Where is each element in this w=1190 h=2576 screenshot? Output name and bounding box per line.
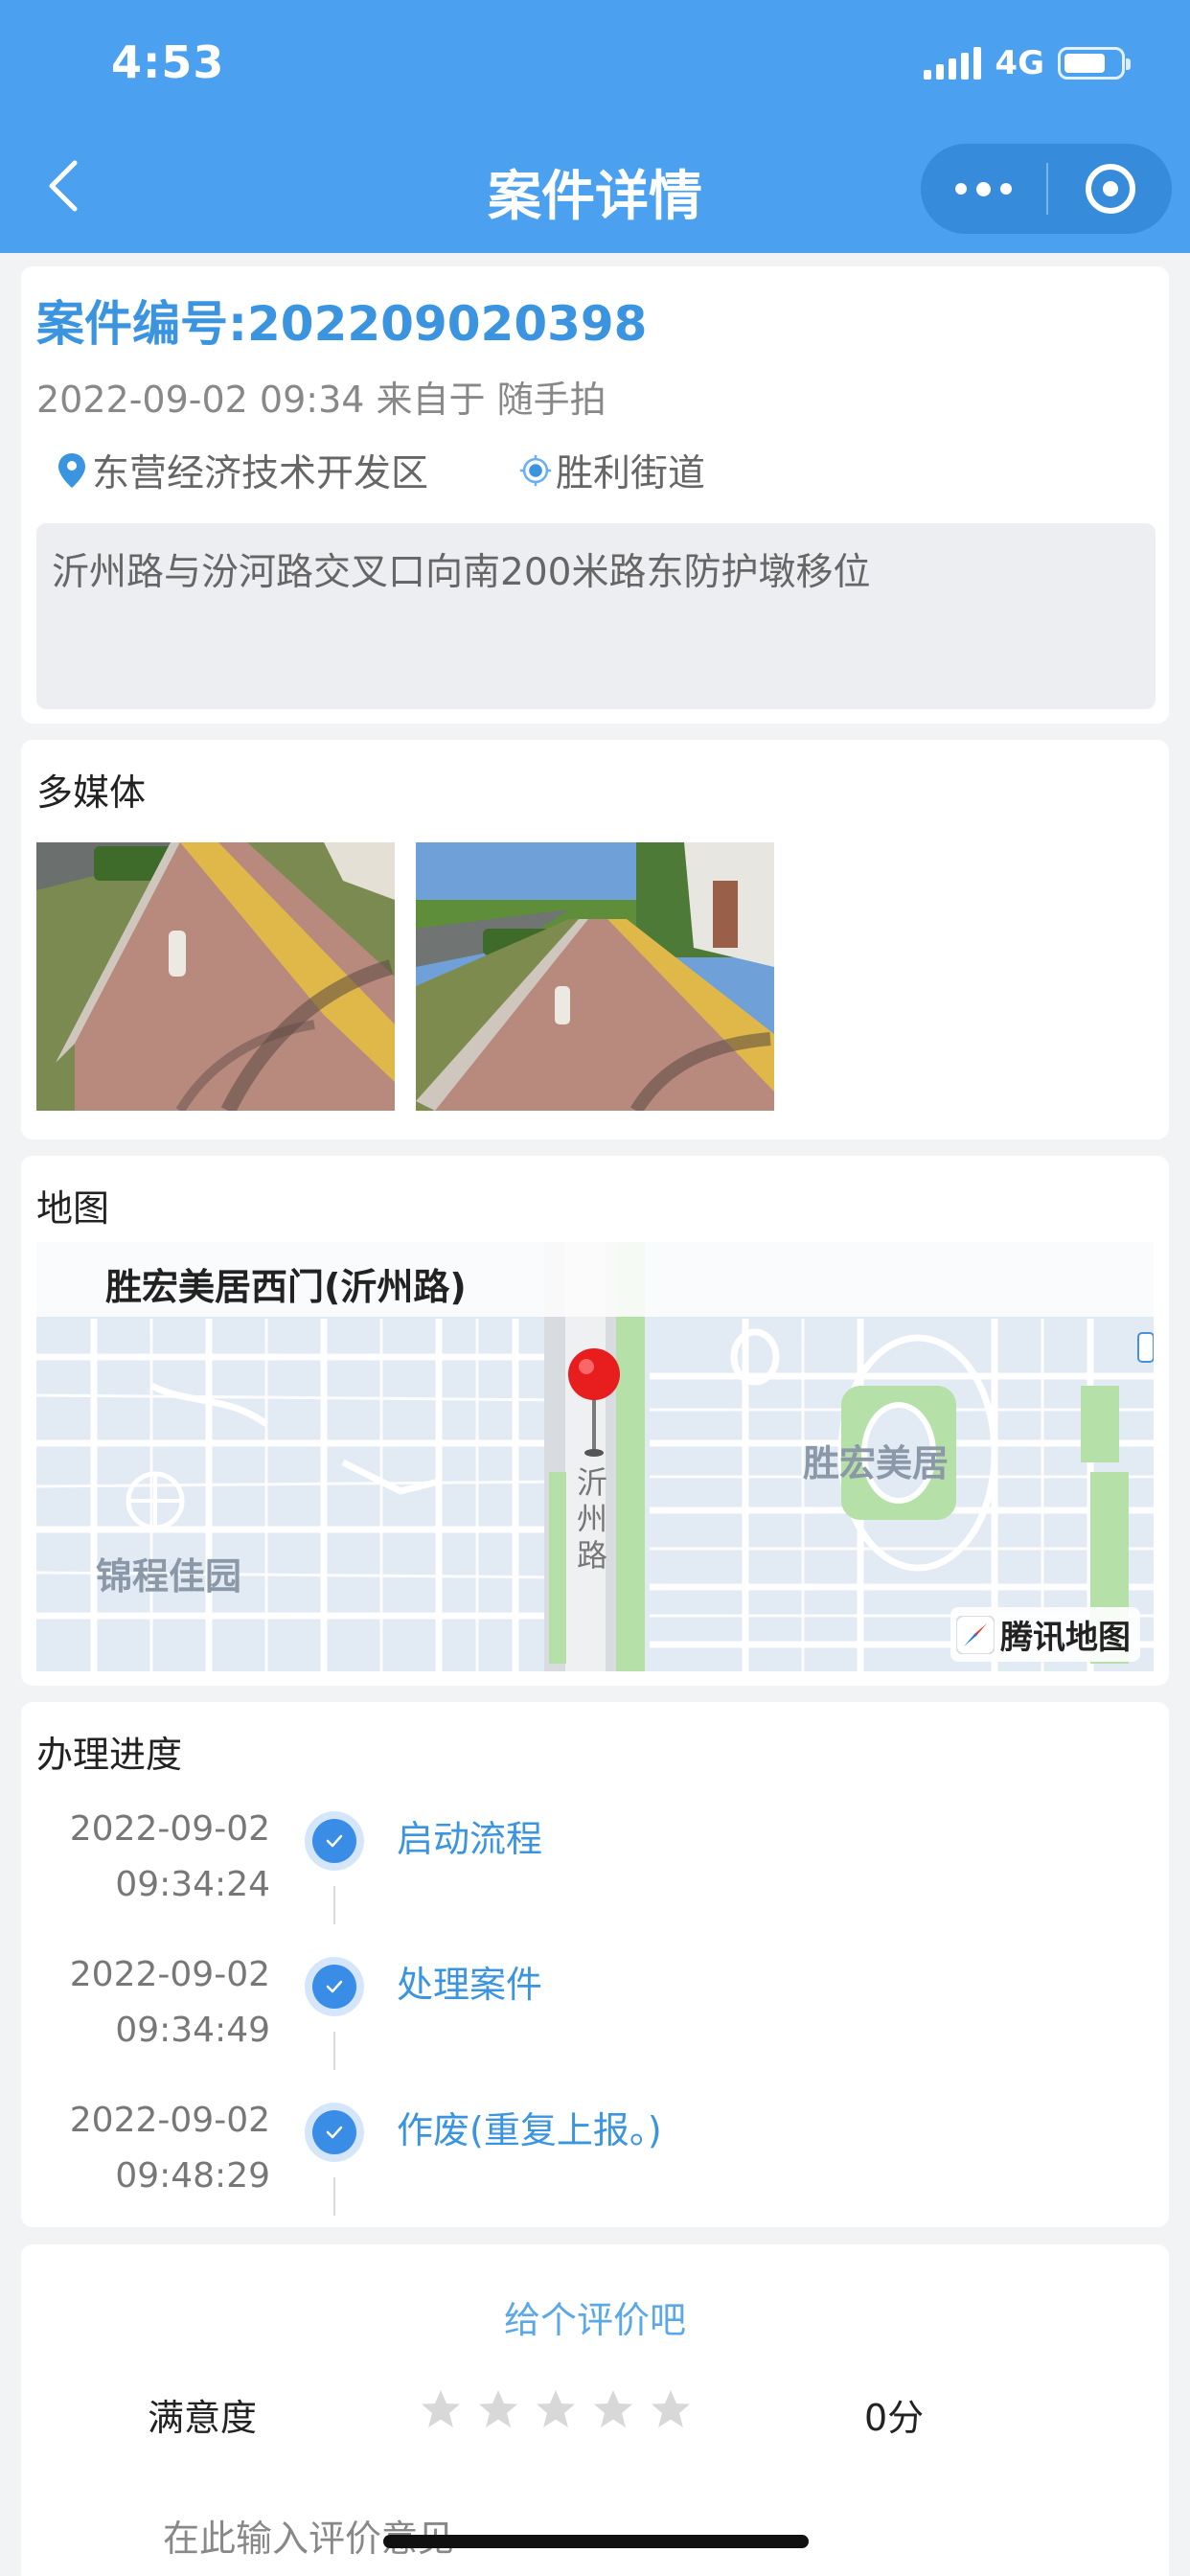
case-meta: 2022-09-02 09:34 来自于 随手拍 bbox=[36, 379, 606, 421]
step-label: 处理案件 bbox=[397, 1964, 543, 2006]
step-time: 09:48:29 bbox=[115, 2156, 270, 2196]
step-label: 启动流程 bbox=[397, 1818, 543, 1860]
rating-card: 给个评价吧 满意度 0分 在此输入评价意见 bbox=[21, 2244, 1169, 2576]
network-type: 4G bbox=[995, 44, 1044, 82]
step-date: 2022-09-02 bbox=[69, 1955, 270, 1994]
compass-icon bbox=[956, 1615, 995, 1654]
status-indicators: 4G bbox=[924, 44, 1131, 82]
rating-score: 0分 bbox=[864, 2397, 925, 2439]
step-date: 2022-09-02 bbox=[69, 2101, 270, 2140]
progress-section-title: 办理进度 bbox=[36, 1734, 183, 1776]
step-label: 作废(重复上报。) bbox=[397, 2109, 662, 2151]
map-view[interactable]: 胜宏美居西门(沂州路) 胜宏美居 锦程佳园 沂州路 腾讯地图 bbox=[36, 1242, 1154, 1671]
timeline-step: 2022-09-02 09:34:24 启动流程 bbox=[21, 1802, 1169, 1945]
progress-card: 办理进度 2022-09-02 09:34:24 启动流程 2022-09-02… bbox=[21, 1702, 1169, 2227]
timeline-step: 2022-09-02 09:48:29 作废(重复上报。) bbox=[21, 2093, 1169, 2237]
street-label: 胜利街道 bbox=[556, 452, 706, 495]
case-description: 沂州路与汾河路交叉口向南200米路东防护墩移位 bbox=[36, 523, 1156, 709]
status-time: 4:53 bbox=[111, 36, 225, 88]
location-pin-icon bbox=[58, 453, 85, 488]
map-provider-name: 腾讯地图 bbox=[1000, 1619, 1131, 1657]
map-label-community-a: 胜宏美居 bbox=[803, 1442, 950, 1484]
more-button[interactable] bbox=[921, 144, 1046, 234]
star-icon[interactable] bbox=[533, 2386, 579, 2432]
map-label-road: 沂州路 bbox=[576, 1464, 607, 1574]
timeline-connector bbox=[333, 1886, 335, 1924]
satisfaction-label: 满意度 bbox=[148, 2397, 258, 2439]
star-icon[interactable] bbox=[590, 2386, 636, 2432]
cellular-signal-icon bbox=[924, 47, 982, 80]
check-circle-icon bbox=[305, 2103, 364, 2162]
step-date: 2022-09-02 bbox=[69, 1809, 270, 1849]
step-time: 09:34:24 bbox=[115, 1865, 270, 1904]
check-circle-icon bbox=[305, 1957, 364, 2016]
check-circle-icon bbox=[305, 1811, 364, 1871]
media-section-title: 多媒体 bbox=[36, 771, 147, 814]
media-photo-1[interactable] bbox=[36, 842, 395, 1111]
map-card: 地图 胜宏美居西门(沂州路) 胜宏美居 锦程佳园 沂州路 腾讯地图 bbox=[21, 1156, 1169, 1686]
target-close-icon bbox=[1085, 164, 1135, 214]
media-photo-2[interactable] bbox=[416, 842, 774, 1111]
star-icon[interactable] bbox=[475, 2386, 521, 2432]
district-tag: 东营经济技术开发区 bbox=[56, 444, 428, 497]
battery-icon bbox=[1058, 47, 1131, 80]
map-section-title: 地图 bbox=[36, 1187, 110, 1230]
map-place-name: 胜宏美居西门(沂州路) bbox=[36, 1242, 1154, 1317]
map-provider-logo: 腾讯地图 bbox=[950, 1607, 1140, 1662]
star-icon[interactable] bbox=[648, 2386, 694, 2432]
rating-title: 给个评价吧 bbox=[503, 2299, 686, 2341]
map-label-community-b: 锦程佳园 bbox=[96, 1555, 242, 1598]
more-dots-icon bbox=[955, 183, 967, 195]
case-number: 案件编号:202209020398 bbox=[36, 296, 648, 352]
timeline-step: 2022-09-02 09:34:49 处理案件 bbox=[21, 1947, 1169, 2091]
case-info-card: 案件编号:202209020398 2022-09-02 09:34 来自于 随… bbox=[21, 266, 1169, 724]
star-icon[interactable] bbox=[418, 2386, 464, 2432]
timeline-connector bbox=[333, 2032, 335, 2070]
close-mini-program-button[interactable] bbox=[1048, 144, 1172, 234]
top-bar: 4:53 4G 案件详情 bbox=[0, 0, 1190, 253]
star-rating[interactable] bbox=[418, 2386, 694, 2432]
timeline-connector bbox=[333, 2177, 335, 2216]
media-card: 多媒体 bbox=[21, 740, 1169, 1139]
home-indicator bbox=[383, 2535, 809, 2548]
mini-program-capsule bbox=[921, 144, 1172, 234]
location-target-icon bbox=[519, 454, 552, 487]
step-time: 09:34:49 bbox=[115, 2011, 270, 2050]
street-tag: 胜利街道 bbox=[519, 444, 705, 497]
district-label: 东营经济技术开发区 bbox=[92, 452, 429, 495]
